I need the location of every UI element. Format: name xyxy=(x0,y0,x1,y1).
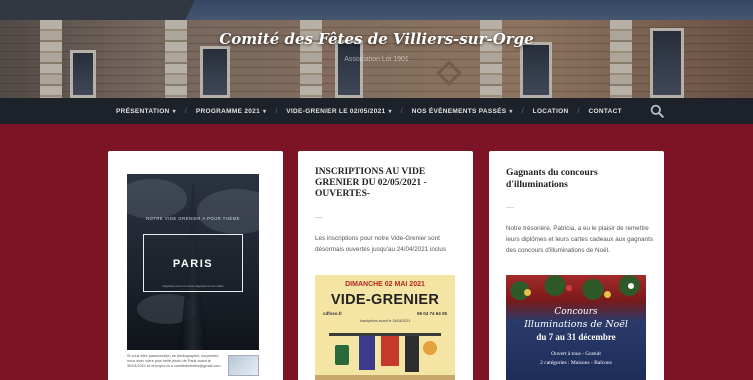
nav-item-programme[interactable]: PROGRAMME 2021 ▾ xyxy=(196,108,266,115)
post-card: Gagnants du concours d'illuminations Not… xyxy=(489,151,664,380)
chevron-down-icon: ▾ xyxy=(509,108,513,115)
post-title[interactable]: Gagnants du concours d'illuminations xyxy=(506,167,656,191)
nav-separator: / xyxy=(400,107,403,115)
post-thumbnail-vide-grenier[interactable]: DIMANCHE 02 MAI 2021 VIDE-GRENIER cdfvso… xyxy=(315,275,455,380)
post-excerpt: Les inscriptions pour notre Vide-Grenier… xyxy=(315,235,447,253)
poster-headline: NOTRE VIDE GRENIER A POUR THÈME xyxy=(146,216,240,221)
banner-shade xyxy=(0,0,753,98)
nav-separator: / xyxy=(275,107,278,115)
site-tagline: Association Loi 1901 xyxy=(344,56,409,63)
nav-item-label: PRÉSENTATION xyxy=(116,107,170,115)
poster-city: PARIS xyxy=(172,258,214,270)
nav-item-presentation[interactable]: PRÉSENTATION ▾ xyxy=(116,108,176,115)
ornament xyxy=(604,291,611,298)
nav-item-contact[interactable]: CONTACT xyxy=(588,108,621,115)
nav-item-evenements-passes[interactable]: NOS ÉVÈNEMENTS PASSÉS ▾ xyxy=(412,108,513,115)
site-title[interactable]: Comité des Fêtes de Villiers-sur-Orge xyxy=(0,30,753,48)
poster-logo xyxy=(228,355,259,376)
post-thumbnail-illuminations[interactable]: Concours Illuminations de Noël du 7 au 3… xyxy=(506,275,646,380)
chevron-down-icon: ▾ xyxy=(172,108,176,115)
nav-separator: / xyxy=(184,107,187,115)
nav-item-label: PROGRAMME 2021 xyxy=(195,107,260,115)
post-divider xyxy=(506,207,514,208)
poster-subline: Déguisez-vous et venez déguisés à nos cô… xyxy=(162,284,224,288)
ornament xyxy=(628,283,634,289)
flyer-site: cdfvso.fr xyxy=(323,311,343,316)
poster-footer-text: Si vous êtes passionné(e) de photographi… xyxy=(127,354,221,369)
flyer-line2: Illuminations de Noël xyxy=(524,319,628,330)
ornament xyxy=(524,289,531,296)
flyer-phone: 06 04 74 64 05 xyxy=(416,311,447,316)
post-divider xyxy=(315,217,323,218)
nav-item-location[interactable]: LOCATION xyxy=(533,108,569,115)
poster-cloud xyxy=(197,189,259,234)
nav-item-vide-grenier[interactable]: VIDE-GRENIER LE 02/05/2021 ▾ xyxy=(286,108,392,115)
post-title[interactable]: INSCRIPTIONS AU VIDE GRENIER DU 02/05/20… xyxy=(315,167,465,200)
flyer-contact: cdfvso.fr 06 04 74 64 05 xyxy=(323,311,447,316)
flyer-note: Inscriptions avant le 24/04/2021 xyxy=(359,319,411,323)
nav-item-label: NOS ÉVÈNEMENTS PASSÉS xyxy=(411,107,507,115)
flyer-item-dress xyxy=(381,336,399,366)
christmas-garland xyxy=(506,275,646,301)
flyer-item-coat xyxy=(405,336,419,372)
flyer-title: VIDE-GRENIER xyxy=(330,292,440,308)
nav-item-label: LOCATION xyxy=(532,107,569,115)
post-thumbnail-paris[interactable]: NOTRE VIDE GRENIER A POUR THÈME PARIS Dé… xyxy=(127,174,259,350)
flyer-item-shirt xyxy=(359,336,375,370)
post-card: NOTRE VIDE GRENIER A POUR THÈME PARIS Dé… xyxy=(108,151,283,380)
flyer-floor xyxy=(315,375,455,380)
post-excerpt: Notre trésorière, Patricia, a eu le plai… xyxy=(506,225,654,254)
flyer-item-bag xyxy=(335,345,349,365)
chevron-down-icon: ▾ xyxy=(263,108,267,115)
nav-separator: / xyxy=(521,107,524,115)
poster-cloud xyxy=(127,179,187,219)
flyer-dates: du 7 au 31 décembre xyxy=(536,332,616,342)
nav-item-label: CONTACT xyxy=(588,107,622,115)
post-card: INSCRIPTIONS AU VIDE GRENIER DU 02/05/20… xyxy=(298,151,473,380)
flyer-line3: Ouvert à tous - Gratuit xyxy=(551,351,601,357)
flyer-line4: 2 catégories : Maisons - Balcons xyxy=(540,360,612,366)
search-icon[interactable] xyxy=(650,104,664,118)
flyer-item-lamp xyxy=(423,341,437,355)
flyer-date: DIMANCHE 02 MAI 2021 xyxy=(345,281,425,288)
header-banner xyxy=(0,0,753,98)
nav-item-label: VIDE-GRENIER LE 02/05/2021 xyxy=(286,107,386,115)
chevron-down-icon: ▾ xyxy=(388,108,392,115)
ornament xyxy=(566,285,572,291)
nav-separator: / xyxy=(577,107,580,115)
main-navigation: PRÉSENTATION ▾ / PROGRAMME 2021 ▾ / VIDE… xyxy=(0,98,753,124)
flyer-line1: Concours xyxy=(554,307,598,317)
